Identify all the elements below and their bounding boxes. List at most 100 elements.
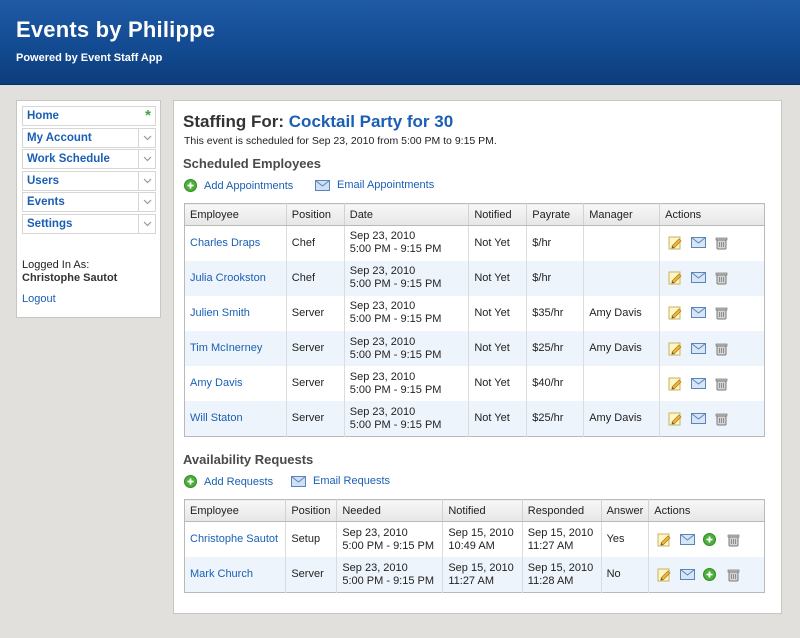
delete-icon[interactable] xyxy=(714,412,728,426)
date-text: Sep 23, 2010 xyxy=(342,561,408,574)
email-icon[interactable] xyxy=(691,236,707,250)
sidebar-item-events[interactable]: Events xyxy=(22,192,156,212)
column-header[interactable]: Manager xyxy=(583,203,661,226)
sidebar-item-label[interactable]: Work Schedule xyxy=(27,153,110,165)
sidebar-item-label[interactable]: Settings xyxy=(27,218,72,230)
responded-cell: Sep 15, 2010 11:27 AM xyxy=(522,521,602,557)
add-requests-button[interactable]: Add Requests xyxy=(184,475,273,488)
delete-icon[interactable] xyxy=(726,533,740,547)
edit-icon[interactable] xyxy=(657,568,671,582)
time-text: 5:00 PM - 9:15 PM xyxy=(342,574,435,587)
email-icon[interactable] xyxy=(691,412,707,426)
email-icon[interactable] xyxy=(691,306,707,320)
employee-cell: Amy Davis xyxy=(184,366,287,402)
delete-icon[interactable] xyxy=(714,377,728,391)
email-icon[interactable] xyxy=(691,377,707,391)
approve-icon[interactable] xyxy=(703,567,717,582)
column-header[interactable]: Answer xyxy=(601,499,650,522)
column-header[interactable]: Position xyxy=(285,499,338,522)
edit-icon[interactable] xyxy=(668,342,682,356)
sidebar-item-users[interactable]: Users xyxy=(22,170,156,191)
email-icon[interactable] xyxy=(680,568,696,582)
email-appointments-button[interactable]: Email Appointments xyxy=(315,179,434,191)
column-header[interactable]: Needed xyxy=(336,499,444,522)
employee-link[interactable]: Will Staton xyxy=(190,412,243,424)
notified-cell: Not Yet xyxy=(468,331,528,367)
employee-link[interactable]: Tim McInerney xyxy=(190,342,262,354)
column-header[interactable]: Responded xyxy=(522,499,602,522)
event-name-link[interactable]: Cocktail Party for 30 xyxy=(289,112,453,131)
sidebar-item-label[interactable]: Home xyxy=(27,110,59,122)
time-text: 11:27 AM xyxy=(527,539,574,552)
employee-link[interactable]: Julien Smith xyxy=(190,307,250,319)
position-cell: Chef xyxy=(286,260,345,296)
column-header: Actions xyxy=(648,499,765,522)
manager-cell xyxy=(583,260,661,296)
page-title: Staffing For: Cocktail Party for 30 xyxy=(183,112,453,132)
scheduled-employees-heading: Scheduled Employees xyxy=(183,156,321,171)
column-header[interactable]: Date xyxy=(344,203,470,226)
chevron-down-icon[interactable] xyxy=(138,214,155,233)
chevron-down-icon[interactable] xyxy=(138,193,155,211)
delete-icon[interactable] xyxy=(714,306,728,320)
column-header[interactable]: Payrate xyxy=(526,203,585,226)
date-cell: Sep 23, 2010 5:00 PM - 9:15 PM xyxy=(344,260,470,296)
employee-link[interactable]: Christophe Sautot xyxy=(190,533,278,545)
column-header[interactable]: Employee xyxy=(184,203,287,226)
table-row: Charles Draps Chef Sep 23, 2010 5:00 PM - 9… xyxy=(184,225,765,261)
column-header[interactable]: Employee xyxy=(184,499,287,522)
sidebar-item-work-schedule[interactable]: Work Schedule xyxy=(22,149,156,169)
table-header-row: Employee Position Date Notified Payrate … xyxy=(184,203,765,226)
sidebar-item-settings[interactable]: Settings xyxy=(22,213,156,234)
position-cell: Chef xyxy=(286,225,345,261)
date-text: Sep 23, 2010 xyxy=(349,335,416,348)
site-title: Events by Philippe xyxy=(16,17,216,42)
time-text: 5:00 PM - 9:15 PM xyxy=(342,539,435,552)
chevron-down-icon[interactable] xyxy=(138,128,155,147)
chevron-down-icon[interactable] xyxy=(138,171,155,190)
time-text: 11:28 AM xyxy=(527,574,574,587)
column-header[interactable]: Notified xyxy=(468,203,528,226)
delete-icon[interactable] xyxy=(714,236,728,250)
needed-cell: Sep 23, 2010 5:00 PM - 9:15 PM xyxy=(336,557,444,593)
position-cell: Server xyxy=(286,295,345,332)
page-title-prefix: Staffing For: xyxy=(183,112,285,131)
responded-cell: Sep 15, 2010 11:28 AM xyxy=(522,557,602,593)
employee-link[interactable]: Charles Draps xyxy=(190,237,260,249)
employee-link[interactable]: Amy Davis xyxy=(190,377,243,389)
payrate-cell: $25/hr xyxy=(526,401,585,437)
edit-icon[interactable] xyxy=(668,377,682,391)
sidebar-item-label[interactable]: Events xyxy=(27,196,65,208)
sidebar-item-label[interactable]: Users xyxy=(27,175,59,187)
add-icon xyxy=(184,475,197,488)
add-appointments-button[interactable]: Add Appointments xyxy=(184,179,293,192)
sidebar-item-label[interactable]: My Account xyxy=(27,132,92,144)
sidebar-item-home[interactable]: Home * xyxy=(22,106,156,126)
delete-icon[interactable] xyxy=(714,342,728,356)
logout-link[interactable]: Logout xyxy=(22,293,56,305)
time-range-text: 5:00 PM - 9:15 PM xyxy=(349,348,442,361)
employee-cell: Julia Crookston xyxy=(184,260,287,296)
email-icon[interactable] xyxy=(680,533,696,547)
email-requests-button[interactable]: Email Requests xyxy=(291,475,390,487)
email-icon[interactable] xyxy=(691,342,707,356)
date-text: Sep 23, 2010 xyxy=(349,370,416,383)
employee-link[interactable]: Mark Church xyxy=(190,568,253,580)
delete-icon[interactable] xyxy=(726,568,740,582)
edit-icon[interactable] xyxy=(668,271,682,285)
column-header[interactable]: Notified xyxy=(442,499,523,522)
employee-link[interactable]: Julia Crookston xyxy=(190,272,266,284)
email-icon[interactable] xyxy=(691,271,707,285)
delete-icon[interactable] xyxy=(714,271,728,285)
edit-icon[interactable] xyxy=(668,306,682,320)
approve-icon[interactable] xyxy=(703,532,717,547)
edit-icon[interactable] xyxy=(657,533,671,547)
table-row: Christophe Sautot Setup Sep 23, 2010 5:00 P… xyxy=(184,521,765,557)
column-header[interactable]: Position xyxy=(286,203,345,226)
notified-cell: Not Yet xyxy=(468,260,528,296)
edit-icon[interactable] xyxy=(668,412,682,426)
chevron-down-icon[interactable] xyxy=(138,150,155,168)
sidebar-item-my-account[interactable]: My Account xyxy=(22,127,156,148)
edit-icon[interactable] xyxy=(668,236,682,250)
date-cell: Sep 23, 2010 5:00 PM - 9:15 PM xyxy=(344,401,470,437)
